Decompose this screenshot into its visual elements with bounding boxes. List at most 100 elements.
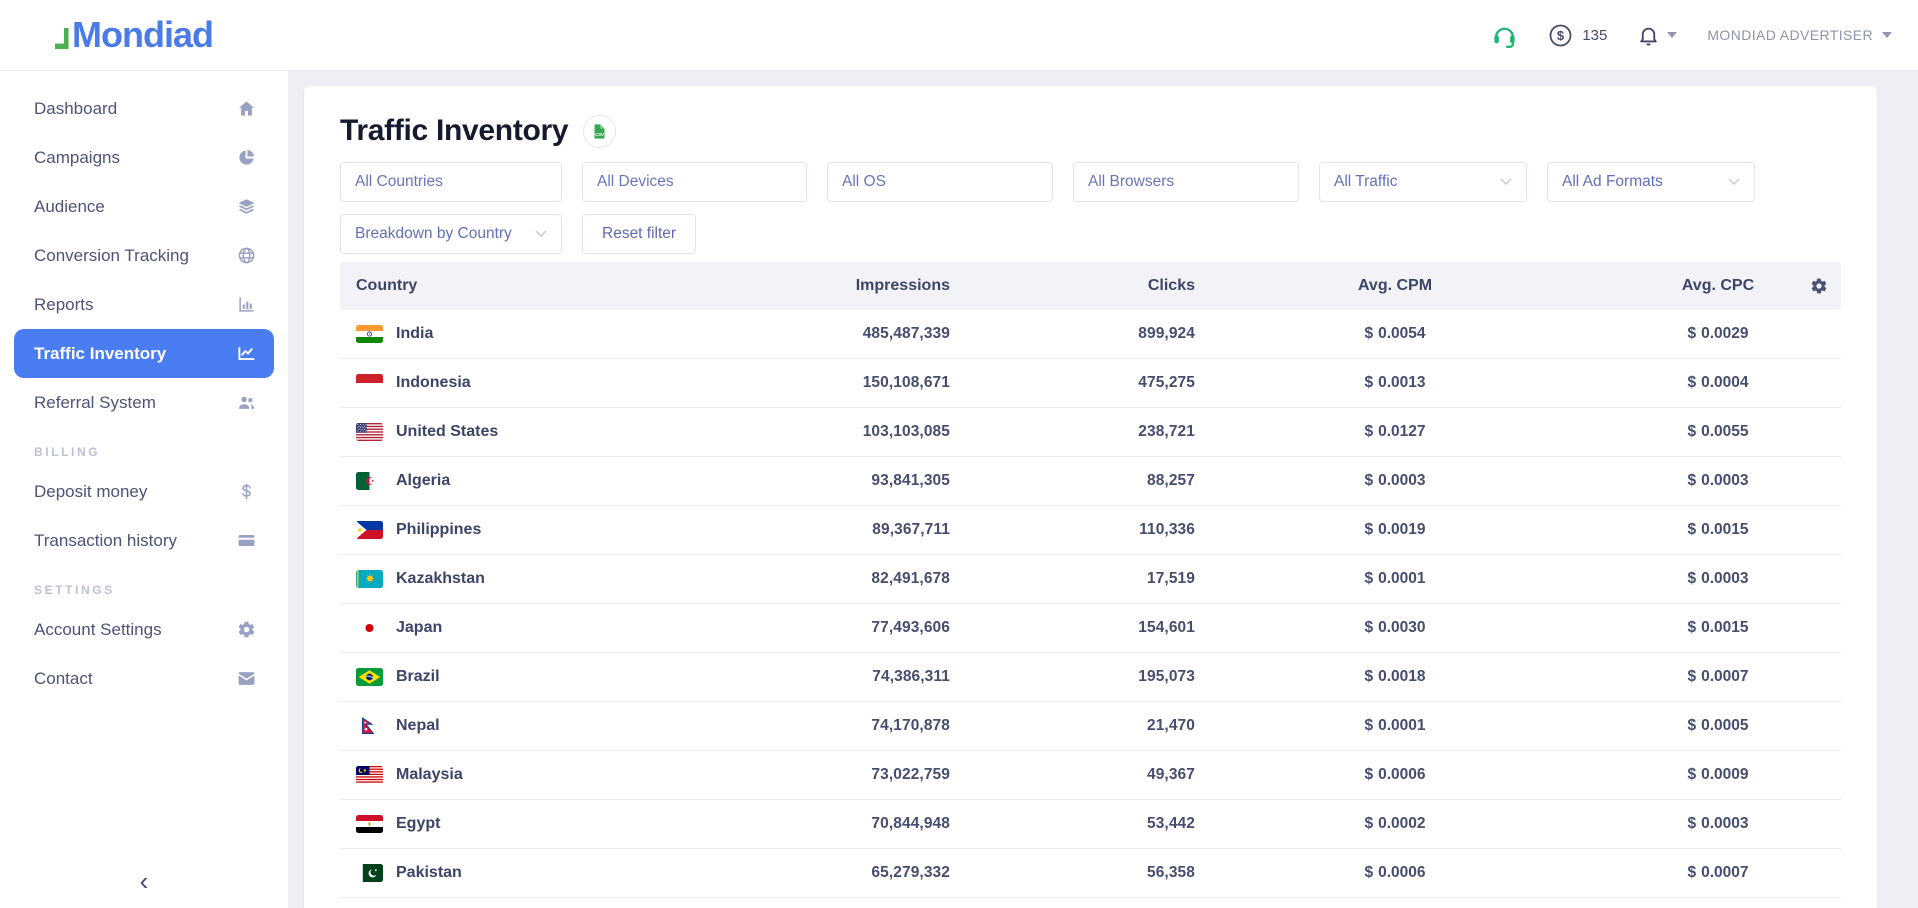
brazil-flag-icon (356, 668, 383, 686)
sidebar-item-conversion-tracking[interactable]: Conversion Tracking (0, 231, 288, 280)
svg-text:$: $ (1557, 28, 1565, 43)
table-row[interactable]: Brazil74,386,311195,073$0.0018$0.0007 (340, 653, 1841, 702)
united-states-flag-icon (356, 423, 383, 441)
sidebar-item-contact[interactable]: Contact (0, 654, 288, 703)
avg-cpm-value: $0.0019 (1195, 521, 1595, 539)
country-name[interactable]: Indonesia (396, 374, 471, 392)
countries-filter-input[interactable] (340, 162, 562, 202)
clicks-value: 17,519 (950, 570, 1195, 588)
country-name[interactable]: Algeria (396, 472, 450, 490)
dollar-sign: $ (1364, 570, 1373, 587)
column-settings-button[interactable] (1810, 277, 1828, 295)
avg-cpm-value: $0.0006 (1195, 864, 1595, 882)
dollar-icon (237, 482, 256, 501)
avg-cpc-value: $0.0007 (1595, 668, 1841, 686)
country-name[interactable]: Japan (396, 619, 442, 637)
clicks-value: 110,336 (950, 521, 1195, 539)
support-button[interactable] (1491, 22, 1518, 49)
column-header-country[interactable]: Country (340, 277, 790, 295)
dollar-sign: $ (1687, 815, 1696, 832)
notifications-button[interactable] (1637, 24, 1677, 47)
impressions-value: 89,367,711 (790, 521, 950, 539)
column-header-impressions[interactable]: Impressions (790, 277, 950, 295)
filter-value: Breakdown by Country (355, 225, 512, 243)
table-row[interactable]: India485,487,339899,924$0.0054$0.0029 (340, 310, 1841, 359)
malaysia-flag-icon (356, 766, 383, 784)
column-header-clicks[interactable]: Clicks (950, 277, 1195, 295)
bell-icon (1637, 24, 1660, 47)
dollar-sign: $ (1687, 570, 1696, 587)
impressions-value: 82,491,678 (790, 570, 950, 588)
ad-formats-filter-select[interactable]: All Ad Formats (1547, 162, 1755, 202)
csv-file-icon: CSV (591, 123, 608, 140)
country-name[interactable]: India (396, 325, 433, 343)
country-name[interactable]: United States (396, 423, 498, 441)
bar-chart-icon (237, 295, 256, 314)
dollar-sign: $ (1364, 619, 1373, 636)
globe-icon (237, 246, 256, 265)
sidebar-item-transaction-history[interactable]: Transaction history (0, 516, 288, 565)
sidebar-item-deposit-money[interactable]: Deposit money (0, 467, 288, 516)
brand-logo[interactable]: Mondiad (54, 20, 213, 51)
sidebar-item-traffic-inventory[interactable]: Traffic Inventory (14, 329, 274, 378)
clicks-value: 475,275 (950, 374, 1195, 392)
table-row[interactable]: Egypt70,844,94853,442$0.0002$0.0003 (340, 800, 1841, 849)
country-name[interactable]: Malaysia (396, 766, 463, 784)
sidebar-item-account-settings[interactable]: Account Settings (0, 605, 288, 654)
sidebar-item-campaigns[interactable]: Campaigns (0, 133, 288, 182)
country-name[interactable]: Brazil (396, 668, 440, 686)
egypt-flag-icon (356, 815, 383, 833)
sidebar-collapse-button[interactable]: ‹ (0, 868, 288, 894)
sidebar-item-label: Dashboard (34, 99, 117, 119)
sidebar-item-audience[interactable]: Audience (0, 182, 288, 231)
devices-filter-input[interactable] (582, 162, 807, 202)
os-filter-input[interactable] (827, 162, 1053, 202)
avg-cpm-value: $0.0018 (1195, 668, 1595, 686)
browsers-filter-input[interactable] (1073, 162, 1299, 202)
table-row[interactable]: Philippines89,367,711110,336$0.0019$0.00… (340, 506, 1841, 555)
table-row[interactable]: Algeria93,841,30588,257$0.0003$0.0003 (340, 457, 1841, 506)
sidebar-item-referral-system[interactable]: Referral System (0, 378, 288, 427)
sidebar-section-settings: SETTINGS (0, 565, 288, 605)
breakdown-filter-select[interactable]: Breakdown by Country (340, 214, 562, 254)
sidebar-item-label: Conversion Tracking (34, 246, 189, 266)
sidebar-item-dashboard[interactable]: Dashboard (0, 84, 288, 133)
filters-row-2: Breakdown by Country Reset filter (340, 214, 1841, 254)
dollar-sign: $ (1364, 717, 1373, 734)
country-name[interactable]: Kazakhstan (396, 570, 485, 588)
traffic-filter-select[interactable]: All Traffic (1319, 162, 1527, 202)
sidebar-item-label: Reports (34, 295, 94, 315)
column-header-avg-cpc[interactable]: Avg. CPC (1595, 277, 1841, 295)
sidebar-item-reports[interactable]: Reports (0, 280, 288, 329)
dollar-coin-icon: $ (1548, 23, 1573, 48)
caret-down-icon (1667, 32, 1677, 38)
table-row[interactable]: Pakistan65,279,33256,358$0.0006$0.0007 (340, 849, 1841, 898)
table-row[interactable]: Malaysia73,022,75949,367$0.0006$0.0009 (340, 751, 1841, 800)
country-name[interactable]: Philippines (396, 521, 481, 539)
avg-cpm-value: $0.0030 (1195, 619, 1595, 637)
traffic-inventory-card: Traffic Inventory CSV All TrafficAll Ad … (304, 86, 1877, 908)
table-row[interactable]: Japan77,493,606154,601$0.0030$0.0015 (340, 604, 1841, 653)
reset-filter-button[interactable]: Reset filter (582, 214, 696, 254)
brand-name: Mondiad (72, 20, 213, 51)
table-row[interactable]: Kazakhstan82,491,67817,519$0.0001$0.0003 (340, 555, 1841, 604)
avg-cpc-value: $0.0003 (1595, 570, 1841, 588)
export-csv-button[interactable]: CSV (583, 115, 616, 148)
table-row[interactable]: Nepal74,170,87821,470$0.0001$0.0005 (340, 702, 1841, 751)
avg-cpm-value: $0.0127 (1195, 423, 1595, 441)
clicks-value: 56,358 (950, 864, 1195, 882)
country-name[interactable]: Egypt (396, 815, 440, 833)
table-row[interactable]: Indonesia150,108,671475,275$0.0013$0.000… (340, 359, 1841, 408)
clicks-value: 88,257 (950, 472, 1195, 490)
filter-value: All Traffic (1334, 173, 1397, 191)
india-flag-icon (356, 325, 383, 343)
country-name[interactable]: Pakistan (396, 864, 462, 882)
avg-cpm-value: $0.0002 (1195, 815, 1595, 833)
balance[interactable]: $ 135 (1548, 23, 1607, 48)
table-row[interactable]: United States103,103,085238,721$0.0127$0… (340, 408, 1841, 457)
logo-mark-icon (54, 27, 69, 50)
country-name[interactable]: Nepal (396, 717, 440, 735)
account-menu[interactable]: MONDIAD ADVERTISER (1707, 27, 1892, 43)
svg-text:CSV: CSV (595, 131, 604, 136)
column-header-avg-cpm[interactable]: Avg. CPM (1195, 277, 1595, 295)
